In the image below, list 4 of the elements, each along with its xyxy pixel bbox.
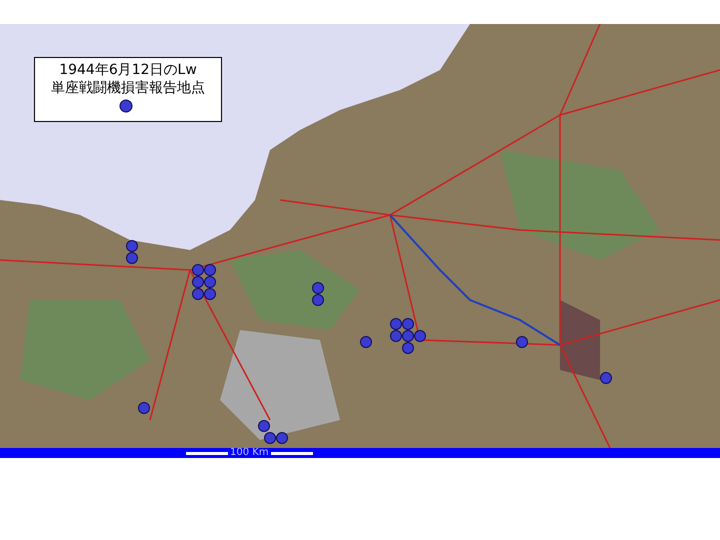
legend-text: 単座戦闘機損害報告地点 bbox=[51, 79, 205, 97]
marker-icon bbox=[119, 99, 133, 113]
legend-text: 1944年6月12日のLw bbox=[59, 61, 197, 79]
scale-label: 100 Km bbox=[230, 448, 269, 458]
